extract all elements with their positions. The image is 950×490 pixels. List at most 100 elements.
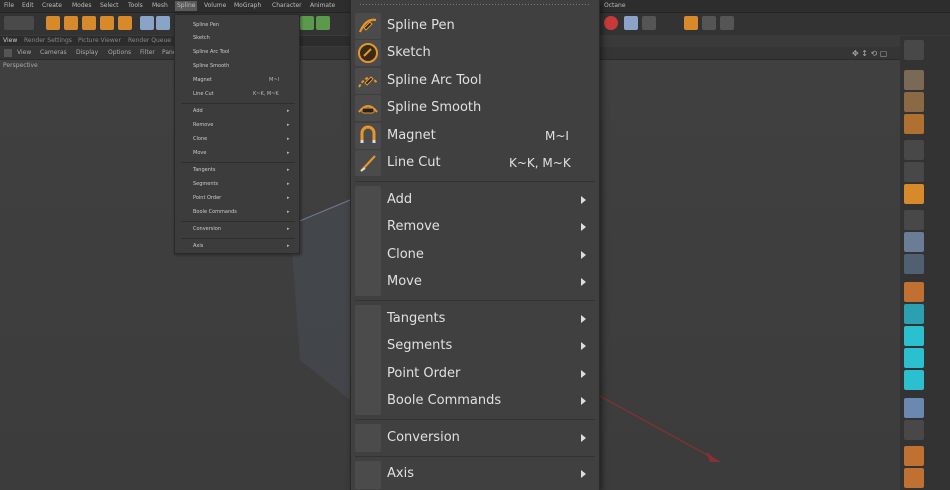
menu-item-add[interactable]: Add xyxy=(351,187,599,214)
tab-view[interactable]: View xyxy=(3,37,17,44)
menu-tearoff-grip[interactable] xyxy=(359,3,591,6)
palette-button-6[interactable] xyxy=(904,162,924,182)
palette-button-18[interactable] xyxy=(904,446,924,466)
generator-icon[interactable] xyxy=(702,16,716,30)
palette-button-8[interactable] xyxy=(904,210,924,230)
mini-arrow: ▸ xyxy=(287,167,290,173)
menu-item-spline-smooth[interactable]: Spline Smooth xyxy=(351,95,599,122)
scale-icon[interactable] xyxy=(82,16,96,30)
mini-arrow: ▸ xyxy=(287,195,290,201)
menu-volume[interactable]: Volume xyxy=(204,2,226,9)
live-select-icon[interactable] xyxy=(46,16,60,30)
mini-separator xyxy=(181,221,295,222)
menu-item-move[interactable]: Move xyxy=(351,269,599,296)
menu-separator xyxy=(355,456,595,457)
palette-button-14[interactable] xyxy=(904,348,924,368)
menu-spline[interactable]: Spline xyxy=(175,1,198,11)
menu-item-magnet[interactable]: Magnet M~I xyxy=(351,123,599,150)
deformer-icon[interactable] xyxy=(684,16,698,30)
menu-item-label: Boole Commands xyxy=(387,393,502,408)
palette-button-17[interactable] xyxy=(904,420,924,440)
palette-button-11[interactable] xyxy=(904,282,924,302)
menu-separator xyxy=(355,300,595,301)
viewport-menu-display[interactable]: Display xyxy=(76,49,98,56)
palette-button-1[interactable] xyxy=(904,40,924,60)
menu-item-segments[interactable]: Segments xyxy=(351,333,599,360)
palette-button-4[interactable] xyxy=(904,114,924,134)
mini-item-conversion: Conversion xyxy=(193,226,222,232)
undo-button[interactable] xyxy=(4,16,34,30)
menu-item-remove[interactable]: Remove xyxy=(351,214,599,241)
menu-item-shortcut: M~I xyxy=(545,129,569,143)
menu-item-spline-pen[interactable]: Spline Pen xyxy=(351,13,599,40)
menu-item-tangents[interactable]: Tangents xyxy=(351,306,599,333)
menu-file[interactable]: File xyxy=(4,2,14,9)
menu-tools[interactable]: Tools xyxy=(128,2,143,9)
mini-arrow: ▸ xyxy=(287,243,290,249)
palette-button-5[interactable] xyxy=(904,140,924,160)
menu-item-conversion[interactable]: Conversion xyxy=(351,425,599,452)
record-icon[interactable] xyxy=(604,16,618,30)
viewport-nav-icons[interactable]: ✥ ↕ ⟲ ▢ xyxy=(852,49,887,58)
magnet-icon xyxy=(360,125,376,143)
mini-item-tangents: Tangents xyxy=(193,167,216,173)
menu-modes[interactable]: Modes xyxy=(72,2,91,9)
environment-icon[interactable] xyxy=(720,16,734,30)
tab-render-queue[interactable]: Render Queue xyxy=(128,37,171,44)
spline-menu-thumbnail: Spline Pen Sketch Spline Arc Tool Spline… xyxy=(174,14,300,254)
palette-button-12[interactable] xyxy=(904,304,924,324)
menu-item-label: Conversion xyxy=(387,430,460,445)
menu-item-boole-commands[interactable]: Boole Commands xyxy=(351,388,599,415)
menu-item-axis[interactable]: Axis xyxy=(351,461,599,488)
palette-button-19[interactable] xyxy=(904,468,924,488)
light-icon[interactable] xyxy=(642,16,656,30)
viewport-menu-filter[interactable]: Filter xyxy=(140,49,155,56)
tab-render-settings[interactable]: Render Settings xyxy=(24,37,72,44)
y-axis-icon[interactable] xyxy=(156,16,170,30)
render-icon[interactable] xyxy=(300,16,314,30)
menu-animate[interactable]: Animate xyxy=(310,2,335,9)
submenu-arrow-icon xyxy=(581,278,586,286)
menu-item-shortcut: K~K, M~K xyxy=(509,156,571,170)
menu-mesh[interactable]: Mesh xyxy=(152,2,168,9)
menu-item-label: Axis xyxy=(387,466,414,481)
rotate-icon[interactable] xyxy=(100,16,114,30)
palette-button-16[interactable] xyxy=(904,398,924,418)
recent-tool-icon[interactable] xyxy=(118,16,132,30)
palette-button-3[interactable] xyxy=(904,92,924,112)
menu-select[interactable]: Select xyxy=(100,2,119,9)
palette-button-10[interactable] xyxy=(904,254,924,274)
tab-picture-viewer[interactable]: Picture Viewer xyxy=(78,37,121,44)
x-axis-icon[interactable] xyxy=(140,16,154,30)
move-icon[interactable] xyxy=(64,16,78,30)
menu-item-line-cut[interactable]: Line Cut K~K, M~K xyxy=(351,150,599,177)
submenu-arrow-icon xyxy=(581,315,586,323)
viewport-menu-options[interactable]: Options xyxy=(108,49,131,56)
mini-shortcut-line-cut: K~K, M~K xyxy=(253,91,279,97)
menu-edit[interactable]: Edit xyxy=(22,2,34,9)
viewport-icon[interactable] xyxy=(4,49,12,57)
palette-button-2[interactable] xyxy=(904,70,924,90)
mini-separator xyxy=(181,238,295,239)
menu-item-point-order[interactable]: Point Order xyxy=(351,361,599,388)
camera-icon[interactable] xyxy=(624,16,638,30)
menu-separator xyxy=(355,419,595,420)
menu-character[interactable]: Character xyxy=(272,2,302,9)
palette-button-9[interactable] xyxy=(904,232,924,252)
menu-item-clone[interactable]: Clone xyxy=(351,242,599,269)
menu-item-spline-arc-tool[interactable]: Spline Arc Tool xyxy=(351,68,599,95)
menu-separator xyxy=(355,181,595,182)
palette-button-7[interactable] xyxy=(904,184,924,204)
menu-mograph[interactable]: MoGraph xyxy=(234,2,261,9)
palette-button-13[interactable] xyxy=(904,326,924,346)
submenu-arrow-icon xyxy=(581,342,586,350)
menu-item-label: Tangents xyxy=(387,311,446,326)
menu-create[interactable]: Create xyxy=(42,2,62,9)
menu-octane[interactable]: Octane xyxy=(604,2,626,9)
viewport-menu-cameras[interactable]: Cameras xyxy=(40,49,67,56)
viewport-menu-view[interactable]: View xyxy=(17,49,31,56)
menu-item-sketch[interactable]: Sketch xyxy=(351,40,599,67)
render-view-icon[interactable] xyxy=(316,16,330,30)
palette-button-15[interactable] xyxy=(904,370,924,390)
mini-separator xyxy=(181,162,295,163)
